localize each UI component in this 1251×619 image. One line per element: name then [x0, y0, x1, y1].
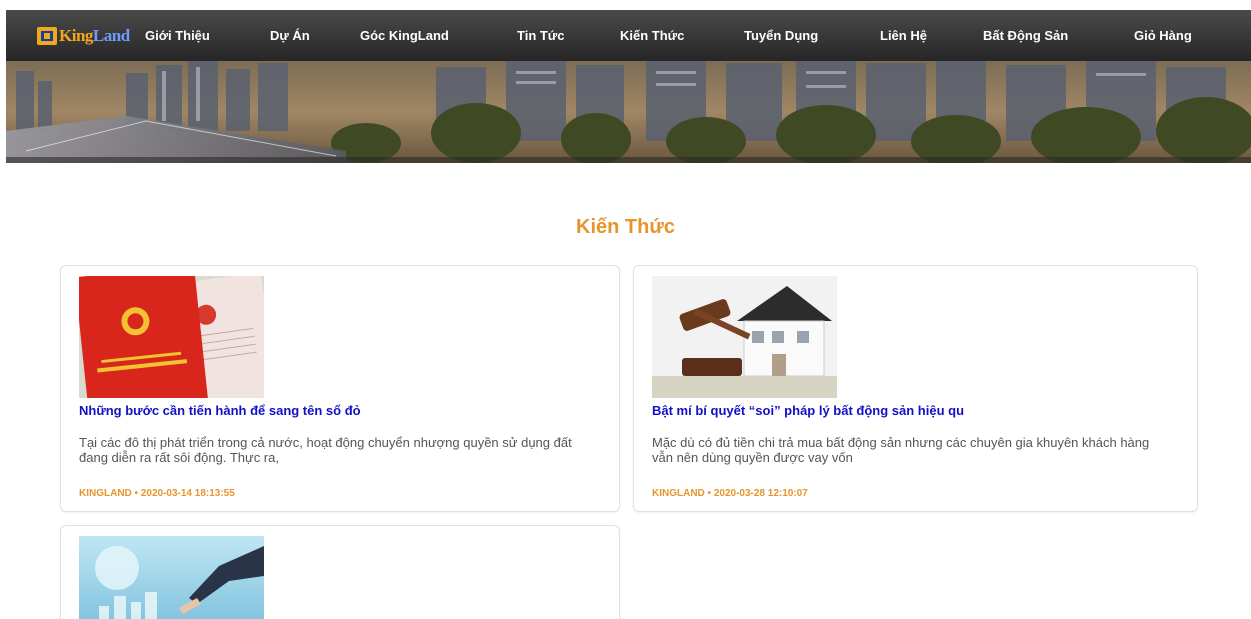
logo-icon	[37, 27, 57, 45]
nav-item-gio-hang[interactable]: Giỏ Hàng	[1134, 28, 1192, 43]
article-title-link[interactable]: Những bước cần tiến hành để sang tên sổ …	[79, 403, 604, 418]
article-thumbnail-red-certificate[interactable]	[79, 276, 264, 398]
article-card: Bật mí bí quyết “soi” pháp lý bất động s…	[633, 265, 1198, 512]
nav-item-lien-he[interactable]: Liên Hệ	[880, 28, 927, 43]
article-meta: KINGLAND • 2020-03-28 12:10:07	[652, 488, 808, 499]
article-title-link[interactable]: Bật mí bí quyết “soi” pháp lý bất động s…	[652, 403, 1177, 418]
logo-text: KingLand	[59, 26, 130, 46]
article-meta: KINGLAND • 2020-03-14 18:13:55	[79, 488, 235, 499]
page-wrapper: KingLand Giới Thiệu Dự Án Góc KingLand T…	[6, 10, 1251, 163]
kingland-logo[interactable]: KingLand	[37, 26, 130, 46]
nav-item-kien-thuc[interactable]: Kiến Thức	[620, 28, 684, 43]
article-thumbnail-digital-city[interactable]	[79, 536, 264, 619]
logo-text-land: Land	[92, 26, 130, 45]
logo-text-king: King	[59, 26, 93, 45]
nav-item-du-an[interactable]: Dự Án	[270, 28, 310, 43]
nav-item-bat-dong-san[interactable]: Bất Động Sản	[983, 28, 1068, 43]
article-excerpt: Mặc dù có đủ tiền chi trả mua bất động s…	[652, 435, 1150, 465]
page-title: Kiến Thức	[576, 216, 675, 238]
nav-item-goc-kingland[interactable]: Góc KingLand	[360, 28, 449, 43]
nav-item-tin-tuc[interactable]: Tin Tức	[517, 28, 564, 43]
nav-item-tuyen-dung[interactable]: Tuyển Dụng	[744, 28, 818, 43]
top-navigation: KingLand Giới Thiệu Dự Án Góc KingLand T…	[6, 10, 1251, 61]
nav-item-gioi-thieu[interactable]: Giới Thiệu	[145, 28, 210, 43]
hero-banner-city-image	[6, 61, 1251, 163]
article-card	[60, 525, 620, 619]
article-excerpt: Tại các đô thị phát triển trong cả nước,…	[79, 435, 572, 465]
article-card: Những bước cần tiến hành để sang tên sổ …	[60, 265, 620, 512]
article-thumbnail-gavel-house[interactable]	[652, 276, 837, 398]
